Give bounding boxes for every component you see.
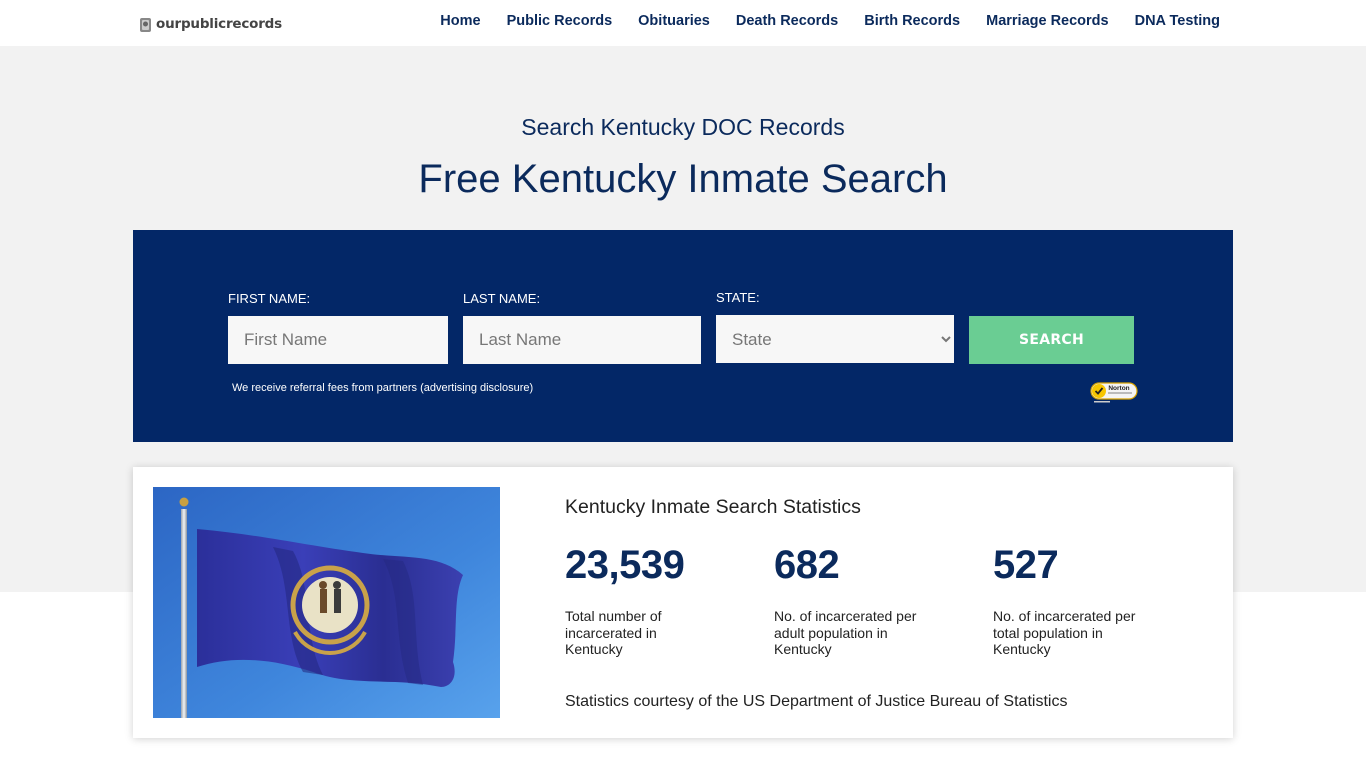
stat-per-total-label: No. of incarcerated per total population… <box>993 608 1136 657</box>
nav-dna-testing[interactable]: DNA Testing <box>1135 13 1220 29</box>
site-logo[interactable]: ourpublicrecords <box>138 14 282 34</box>
stats-source-note: Statistics courtesy of the US Department… <box>565 693 1068 710</box>
nav-obituaries[interactable]: Obituaries <box>638 13 710 29</box>
logo-icon <box>140 17 151 32</box>
page-title: Free Kentucky Inmate Search <box>418 157 948 201</box>
top-navbar: ourpublicrecords Home Public Records Obi… <box>0 0 1366 46</box>
state-select[interactable]: State <box>716 315 954 363</box>
stats-card: Kentucky Inmate Search Statistics 23,539… <box>133 467 1233 738</box>
nav-home[interactable]: Home <box>440 13 480 29</box>
nav-marriage-records[interactable]: Marriage Records <box>986 13 1109 29</box>
norton-secured-badge-icon: Norton <box>1090 382 1138 403</box>
stat-per-adult-label: No. of incarcerated per adult population… <box>774 608 917 657</box>
nav-public-records[interactable]: Public Records <box>507 13 613 29</box>
advertising-disclosure[interactable]: We receive referral fees from partners (… <box>232 382 533 394</box>
search-button[interactable]: SEARCH <box>969 316 1134 364</box>
first-name-input[interactable] <box>228 316 448 364</box>
logo-text: ourpublicrecords <box>156 16 282 32</box>
search-form: FIRST NAME: LAST NAME: STATE: State SEAR… <box>133 230 1233 442</box>
nav-death-records[interactable]: Death Records <box>736 13 838 29</box>
stat-per-adult-value: 682 <box>774 543 840 587</box>
last-name-label: LAST NAME: <box>463 291 541 306</box>
main-nav: Home Public Records Obituaries Death Rec… <box>440 13 1220 29</box>
last-name-input[interactable] <box>463 316 701 364</box>
page-subtitle: Search Kentucky DOC Records <box>521 114 845 140</box>
stat-total-incarcerated-value: 23,539 <box>565 543 685 587</box>
kentucky-flag-image <box>153 487 500 718</box>
first-name-label: FIRST NAME: <box>228 291 311 306</box>
state-label: STATE: <box>716 290 760 305</box>
stats-title: Kentucky Inmate Search Statistics <box>565 496 861 518</box>
badge-label: Norton <box>1108 385 1129 392</box>
stat-per-total-value: 527 <box>993 543 1059 587</box>
stat-total-incarcerated-label: Total number of incarcerated in Kentucky <box>565 608 662 657</box>
nav-birth-records[interactable]: Birth Records <box>864 13 960 29</box>
